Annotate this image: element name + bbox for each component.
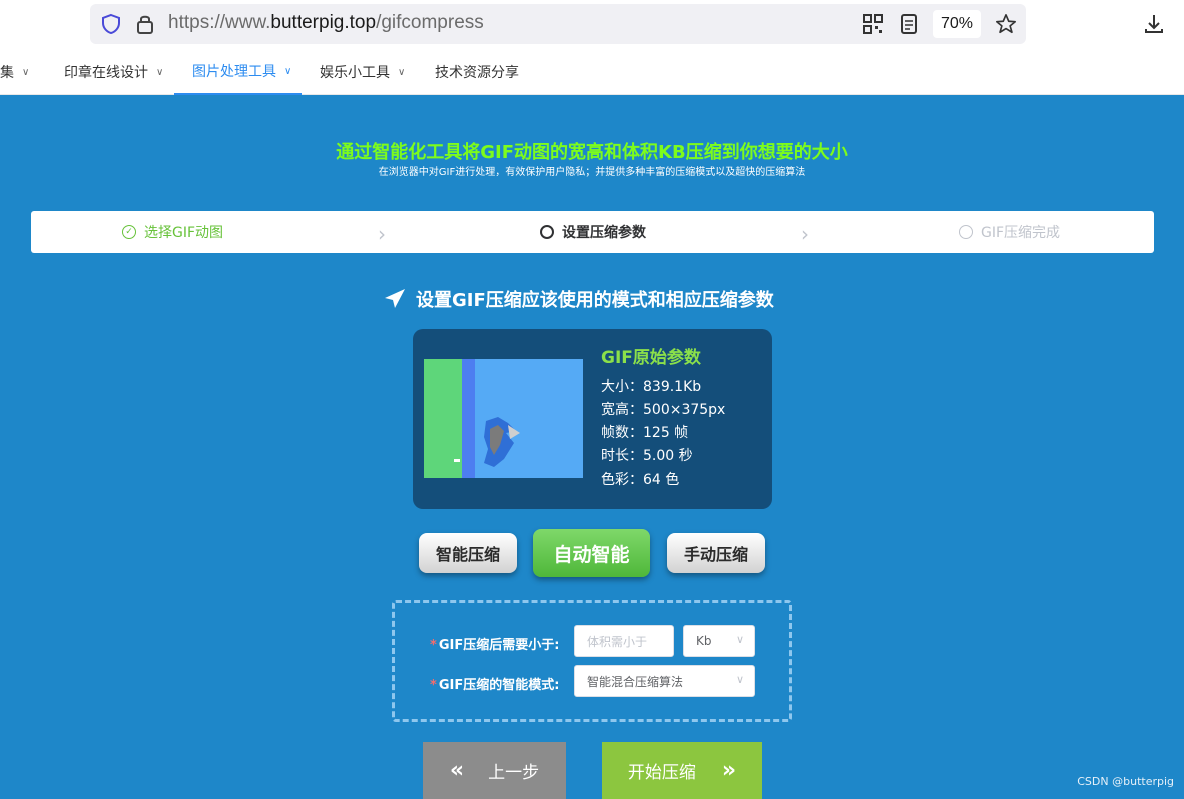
chevron-down-icon: ∨ [284,65,292,77]
unit-select[interactable]: Kb ∨ [683,625,755,657]
zoom-level[interactable]: 70% [933,10,981,38]
steps-bar: ✓ 选择GIF动图 › 设置压缩参数 › GIF压缩完成 [31,211,1154,253]
nav-item-fun-tools[interactable]: 娱乐小工具 ∨ [320,49,405,95]
hero-title: 通过智能化工具将GIF动图的宽高和体积KB压缩到你想要的大小 [336,142,848,163]
start-compress-label: 开始压缩 [627,763,696,783]
chevron-down-icon: ∨ [398,66,406,78]
chevron-down-icon: ∨ [735,633,744,646]
smart-mode-select[interactable]: 智能混合压缩算法 ∨ [574,665,755,697]
star-icon[interactable] [994,12,1018,36]
circle-icon [959,225,973,239]
required-mark: * [430,638,437,653]
compress-settings-form: * GIF压缩后需要小于: 体积需小于 Kb ∨ * GIF压缩的智能模式: 智能混… [392,600,792,722]
step-complete: GIF压缩完成 [959,211,1060,253]
qr-code-icon[interactable] [862,13,884,35]
gif-info-card: GIF原始参数 大小：839.1Kb 宽高：500×375px 帧数：125 帧… [413,329,772,509]
smart-mode-select-value: 智能混合压缩算法 [587,674,684,689]
auto-smart-button[interactable]: 自动智能 [533,529,650,577]
nav-item-image-tools[interactable]: 图片处理工具 ∨ [174,49,302,95]
step-label: 选择GIF动图 [144,225,224,241]
smart-mode-label-text: GIF压缩的智能模式: [438,678,560,693]
smart-mode-label: * GIF压缩的智能模式: [430,674,559,693]
prev-step-label: 上一步 [488,763,540,783]
step-select-gif: ✓ 选择GIF动图 [122,211,223,253]
lock-icon[interactable] [134,12,156,36]
target-size-label: * GIF压缩后需要小于: [430,634,559,653]
circle-icon [540,225,554,239]
start-compress-button[interactable]: 开始压缩 » [602,742,762,799]
watermark: CSDN @butterpig [1077,775,1174,788]
nav-item-tech-resources[interactable]: 技术资源分享 [435,49,519,95]
check-circle-icon: ✓ [122,225,136,239]
chevron-down-icon: ∨ [156,66,164,78]
prev-step-button[interactable]: « 上一步 [423,742,566,799]
nav-item-label: 娱乐小工具 [320,65,390,81]
gif-size: 大小：839.1Kb [601,379,702,395]
info-card-title: GIF原始参数 [601,348,701,368]
nav-item-label: 印章在线设计 [64,65,148,81]
step-label: 设置压缩参数 [562,225,646,241]
step-label: GIF压缩完成 [981,225,1061,241]
gif-dimensions: 宽高：500×375px [601,402,726,418]
section-heading-text: 设置GIF压缩应该使用的模式和相应压缩参数 [416,290,774,311]
section-heading: 设置GIF压缩应该使用的模式和相应压缩参数 [384,286,774,312]
nav-item-label: 图片处理工具 [192,64,276,80]
chevron-right-icon: › [801,222,809,246]
nav-item-seal-design[interactable]: 印章在线设计 ∨ [64,49,163,95]
paper-plane-icon [384,288,406,310]
nav-item-label: 集 [0,65,14,81]
hero-subtitle: 在浏览器中对GIF进行处理，有效保护用户隐私；并提供多种丰富的压缩模式以及超快的… [378,167,806,178]
manual-compress-button[interactable]: 手动压缩 [667,533,765,573]
nav-item-partial[interactable]: 集 ∨ [0,49,29,95]
nav-item-label: 技术资源分享 [435,65,519,81]
gif-duration: 时长：5.00 秒 [601,448,693,464]
browser-toolbar: https://www.butterpig.top/gifcompress 70… [0,0,1184,49]
step-set-params: 设置压缩参数 [540,211,646,253]
chevron-down-icon: ∨ [22,66,30,78]
target-size-input[interactable]: 体积需小于 [574,625,674,657]
double-chevron-left-icon: « [449,758,465,783]
chevron-down-icon: ∨ [735,673,744,686]
shield-icon[interactable] [100,13,122,35]
site-nav: 集 ∨ 印章在线设计 ∨ 图片处理工具 ∨ 娱乐小工具 ∨ 技术资源分享 [0,49,1184,95]
url-text[interactable]: https://www.butterpig.top/gifcompress [168,12,484,34]
reader-view-icon[interactable] [898,12,920,36]
gif-frames: 帧数：125 帧 [601,425,689,441]
gif-preview-image [424,359,583,478]
smart-compress-button[interactable]: 智能压缩 [419,533,517,573]
target-size-label-text: GIF压缩后需要小于: [438,638,560,653]
download-icon[interactable] [1142,12,1166,36]
gif-colors: 色彩：64 色 [601,472,680,488]
required-mark: * [430,678,437,693]
unit-select-value: Kb [696,634,712,648]
double-chevron-right-icon: » [721,758,737,783]
chevron-right-icon: › [378,222,386,246]
